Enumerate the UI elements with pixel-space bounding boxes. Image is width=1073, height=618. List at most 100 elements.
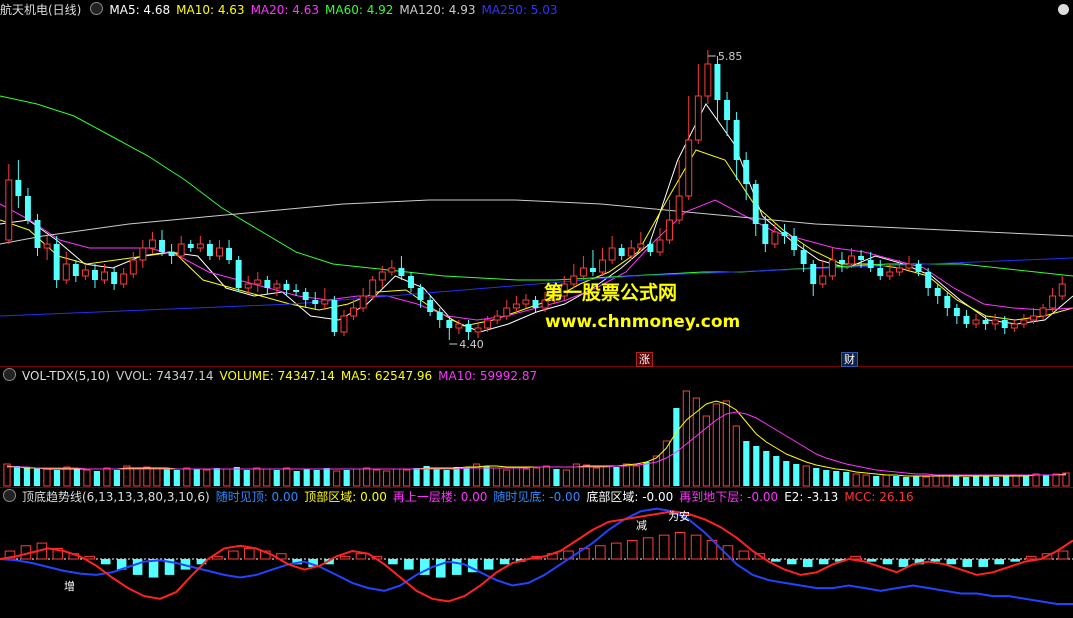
candle-body [895, 267, 903, 273]
candle-body [1020, 319, 1028, 325]
indicator-bar [978, 559, 989, 567]
candle-body [427, 300, 434, 312]
volume-bar [622, 463, 631, 487]
candle-body [838, 260, 845, 264]
candle-body [762, 224, 769, 244]
volume-bar [632, 465, 641, 487]
candle-body [915, 264, 922, 272]
volume-bar [763, 451, 770, 486]
volume-bar [562, 469, 571, 487]
ma-line-ma10 [0, 149, 1073, 327]
volume-ma10-line [7, 411, 1066, 476]
candle-body [867, 260, 874, 268]
indicator-bar [1025, 555, 1037, 560]
volume-bar [153, 467, 161, 487]
candle-body [743, 160, 750, 184]
volume-bar [532, 467, 541, 487]
volume-bar [353, 468, 361, 487]
candle-body [858, 256, 865, 260]
candle-body [62, 263, 70, 281]
volume-bar [942, 474, 950, 487]
candle-body [828, 259, 836, 277]
indicator-bar [132, 559, 143, 575]
indicator-title: 顶底趋势线(6,13,13,3,80,3,10,6) [22, 490, 210, 504]
candle-body [944, 296, 951, 308]
ma-line-ma5 [0, 103, 1073, 333]
candle-body [934, 288, 941, 296]
volume-bar [602, 465, 611, 487]
volume-bar [103, 467, 111, 487]
volume-title: VOL-TDX(5,10) [22, 369, 111, 383]
candle-body [206, 244, 213, 256]
candle-body [378, 271, 386, 281]
volume-bar [253, 467, 261, 487]
indicator-settings-icon[interactable] [3, 489, 16, 502]
volume-bar [53, 470, 61, 486]
volume-bar [133, 468, 141, 487]
volume-bar [913, 476, 920, 486]
volume-bar [73, 469, 81, 486]
indicator-label-2: 再上一层楼: 0.00 [392, 490, 488, 504]
chart-canvas: 5.85 4.40 [0, 50, 1073, 605]
volume-bar [682, 390, 690, 487]
volume-bar [263, 468, 271, 487]
candle-body [503, 307, 511, 317]
marker-zhang[interactable]: 涨 [636, 352, 653, 367]
indicator-bar [100, 559, 111, 565]
candle-body [848, 255, 855, 265]
ma-legend: MA5: 4.68 MA10: 4.63 MA20: 4.63 MA60: 4.92 M… [109, 3, 563, 17]
candle-body [512, 303, 520, 309]
annotation-jian: 减 [636, 519, 647, 532]
candle-body [388, 267, 396, 273]
ma-label-1: MA10: 4.63 [176, 3, 245, 17]
volume-bar [243, 470, 250, 486]
volume-bar [113, 470, 120, 486]
volume-bar [463, 468, 470, 486]
candle-body [791, 236, 798, 250]
candle-body [312, 300, 319, 304]
volume-bar [1042, 475, 1050, 486]
indicator-bar [610, 542, 622, 560]
volume-bar [773, 456, 780, 486]
indicator-bar [626, 539, 638, 560]
indicator-bar [962, 559, 973, 567]
indicator-bar [771, 559, 781, 562]
volume-bar [673, 408, 680, 486]
volume-bar [453, 467, 460, 486]
volume-bar [953, 476, 960, 486]
indicator-bar [1057, 550, 1069, 560]
volume-bar [33, 468, 41, 486]
volume-bar [862, 474, 870, 487]
volume-settings-icon[interactable] [3, 368, 16, 381]
volume-bar [692, 397, 700, 487]
ma-label-4: MA120: 4.93 [399, 3, 476, 17]
candle-body [187, 244, 194, 248]
candle-body [1030, 315, 1037, 321]
candle-body [925, 272, 932, 288]
volume-bar [753, 446, 760, 486]
annotation-weian: 为安 [668, 510, 690, 523]
candle-body [972, 319, 980, 325]
candle-body [522, 299, 530, 305]
indicator-bar [866, 559, 877, 562]
indicator-bar [946, 559, 957, 565]
indicator-bar [738, 550, 750, 560]
marker-cai[interactable]: 财 [841, 352, 858, 367]
volume-bar [163, 469, 170, 486]
candle-body [398, 268, 405, 276]
panel-toggle-icon[interactable] [1058, 4, 1069, 15]
indicator-legend: 随时见顶: 0.00 顶部区域: 0.00 再上一层楼: 0.00 随时见底: -0.… [216, 490, 920, 504]
volume-bar [393, 468, 401, 487]
volume-bar [313, 470, 320, 486]
candle-body [886, 271, 894, 277]
settings-icon[interactable] [90, 2, 104, 15]
candle-body [647, 244, 654, 252]
candle-body [953, 308, 960, 316]
candle-body [1039, 307, 1047, 317]
volume-ma5-line [6, 400, 1067, 477]
high-price-label: 5.85 [718, 50, 743, 63]
main-panel-header: 航天机电(日线) MA5: 4.68 MA10: 4.63 MA20: 4.63 MA6… [0, 2, 570, 18]
volume-bar [273, 470, 280, 486]
candle-body [129, 259, 137, 275]
candle-body [484, 319, 492, 329]
